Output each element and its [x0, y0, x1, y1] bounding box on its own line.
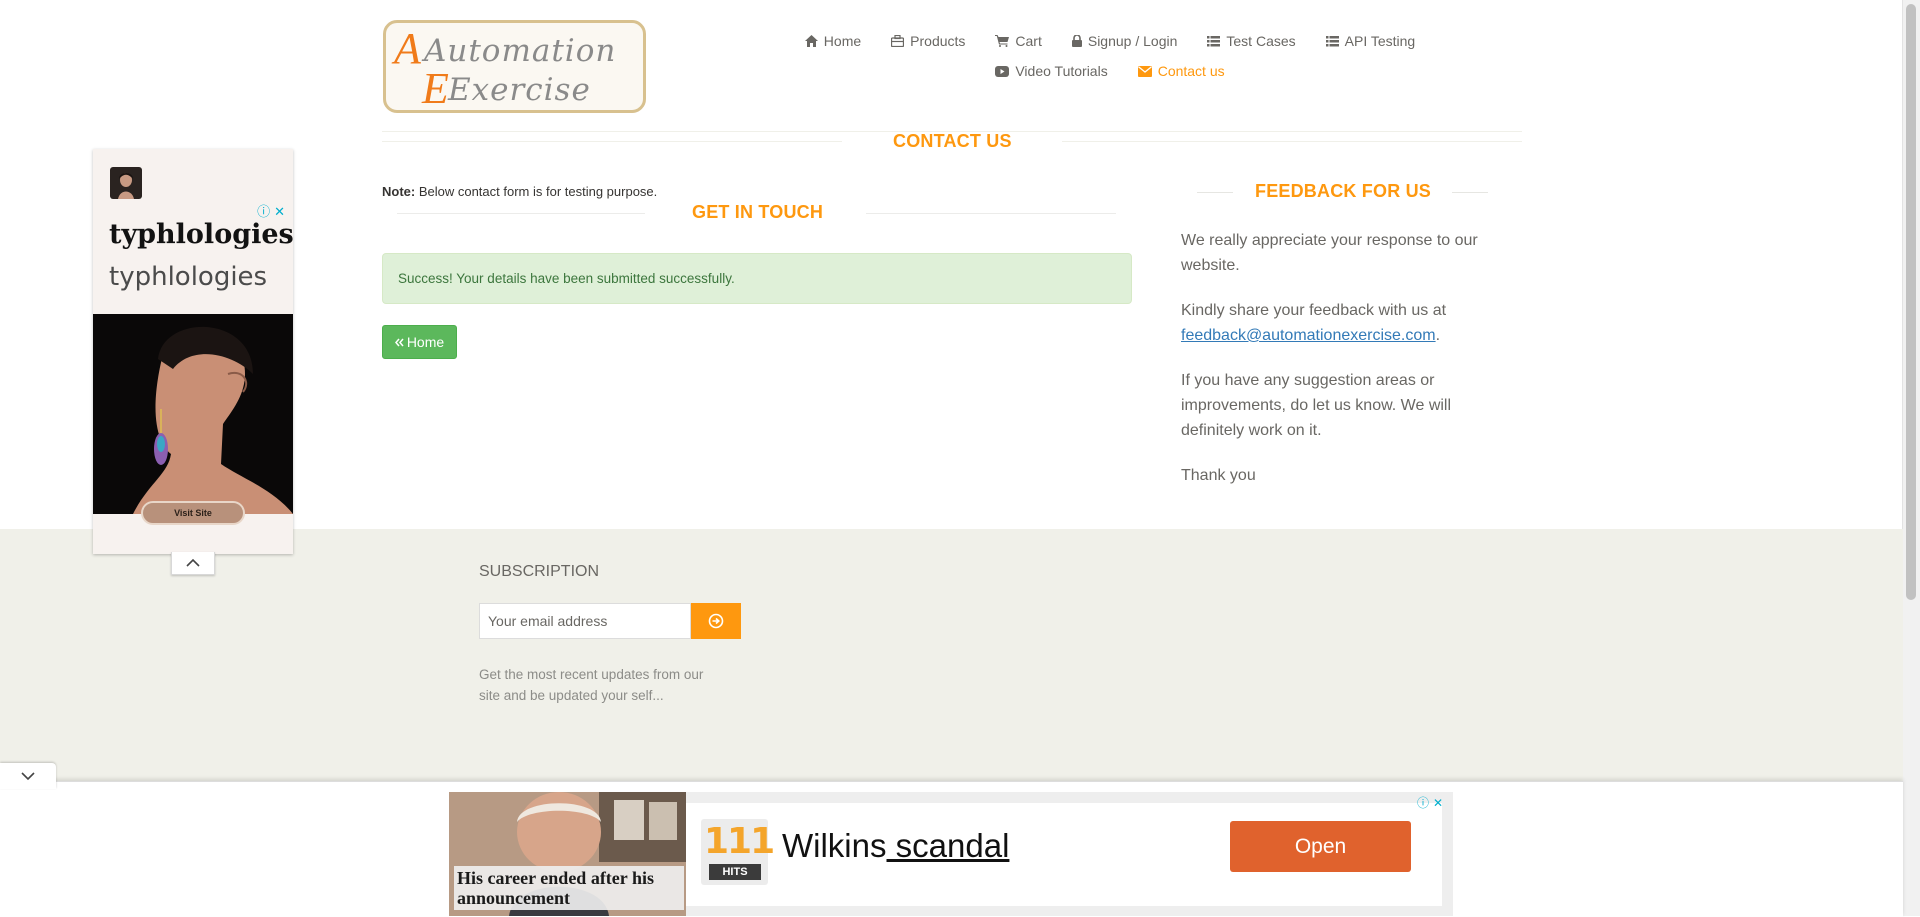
ad-thumbnail: [110, 167, 142, 199]
nav-contact-us-label: Contact us: [1157, 63, 1225, 79]
footer: [0, 529, 1903, 784]
feedback-email-link[interactable]: feedback@automationexercise.com: [1181, 327, 1436, 344]
success-message: Success! Your details have been submitte…: [398, 271, 735, 286]
ad-open-button[interactable]: Open: [1230, 821, 1411, 872]
contact-title-line-left: [382, 141, 842, 142]
nav-home[interactable]: Home: [790, 33, 876, 49]
ad-brand-light: typhlologies: [109, 262, 268, 292]
ad-brand-bold: typhlologies: [109, 219, 293, 250]
ad-badge-logo: 111 HITS: [701, 819, 775, 885]
nav-row-2: Video Tutorials Contact us: [760, 56, 1460, 86]
nav-video-tutorials-label: Video Tutorials: [1015, 63, 1108, 79]
ad-badge-label: HITS: [709, 864, 761, 880]
ad-banner-caption: His career ended after his announcement: [454, 866, 684, 910]
main-nav: Home Products Cart Signup / Login Test C…: [760, 26, 1460, 86]
logo-wordmark: A Automation E Exercise: [391, 24, 616, 110]
get-in-touch-line-left: [397, 213, 645, 214]
logo-letter-a: A: [391, 24, 422, 73]
arrow-circle-right-icon: [708, 613, 724, 629]
vertical-scrollbar[interactable]: [1902, 0, 1920, 916]
nav-test-cases-label: Test Cases: [1226, 33, 1296, 49]
ad-banner-card: 111 HITS Wilkins scandal Open: [686, 803, 1442, 906]
bottom-advertisement[interactable]: His career ended after his announcement …: [449, 792, 1453, 916]
envelope-icon: [1137, 65, 1152, 77]
get-in-touch-title: GET IN TOUCH: [692, 202, 824, 222]
home-icon: [804, 35, 818, 47]
nav-api-testing[interactable]: API Testing: [1311, 33, 1431, 49]
double-chevron-left-icon: [394, 338, 404, 346]
chevron-up-icon: [186, 558, 200, 567]
briefcase-icon: [891, 35, 905, 47]
lock-icon: [1071, 35, 1082, 47]
feedback-paragraph-2-suffix: .: [1435, 327, 1441, 344]
ad-info-close-icons[interactable]: ⓘ✕: [257, 201, 289, 220]
nav-row-1: Home Products Cart Signup / Login Test C…: [760, 26, 1460, 56]
ad-badge-number: 111: [704, 821, 775, 862]
feedback-paragraph-1: We really appreciate your response to ou…: [1181, 232, 1478, 274]
logo-line2: Exercise: [447, 72, 591, 108]
success-alert: Success! Your details have been submitte…: [382, 253, 1132, 304]
feedback-title-line-right: [1452, 192, 1488, 193]
ad-title-plain: Wilkins: [782, 827, 887, 864]
nav-products[interactable]: Products: [876, 33, 980, 49]
nav-cart-label: Cart: [1015, 33, 1042, 49]
home-button-label: Home: [406, 334, 445, 350]
ad-title-underlined: scandal: [886, 827, 1010, 864]
nav-test-cases[interactable]: Test Cases: [1192, 33, 1310, 49]
note-label: Note:: [382, 184, 416, 199]
feedback-paragraph-4: Thank you: [1181, 467, 1256, 484]
nav-cart[interactable]: Cart: [980, 33, 1056, 49]
side-advertisement[interactable]: ⓘ✕ typhlologies typhlologies Visit Site: [93, 149, 293, 554]
nav-api-testing-label: API Testing: [1344, 33, 1416, 49]
bottom-ad-toggle[interactable]: [0, 763, 56, 789]
nav-video-tutorials[interactable]: Video Tutorials: [980, 63, 1122, 79]
subscription-description: Get the most recent updates from our sit…: [479, 667, 704, 703]
testing-note: Note: Below contact form is for testing …: [382, 184, 657, 199]
ad-banner-info-close-icons[interactable]: ⓘ✕: [1417, 794, 1447, 811]
note-text: Below contact form is for testing purpos…: [415, 184, 658, 199]
contact-us-title: CONTACT US: [893, 131, 1012, 151]
subscription-title: SUBSCRIPTION: [479, 563, 600, 580]
nav-signup-login-label: Signup / Login: [1087, 33, 1178, 49]
ad-collapse-toggle[interactable]: [171, 552, 215, 575]
nav-home-label: Home: [823, 33, 862, 49]
scrollbar-thumb[interactable]: [1906, 4, 1916, 600]
cart-icon: [995, 35, 1010, 47]
youtube-icon: [995, 65, 1010, 77]
feedback-title: FEEDBACK FOR US: [1255, 181, 1432, 201]
nav-products-label: Products: [910, 33, 966, 49]
nav-signup-login[interactable]: Signup / Login: [1057, 33, 1193, 49]
feedback-paragraph-3: If you have any suggestion areas or impr…: [1181, 372, 1452, 439]
subscribe-button[interactable]: [691, 603, 741, 639]
list-icon: [1325, 35, 1339, 46]
list-icon: [1207, 35, 1221, 46]
chevron-down-icon: [21, 772, 35, 781]
nav-contact-us[interactable]: Contact us: [1123, 63, 1240, 79]
contact-title-line-right: [1062, 141, 1522, 142]
ad-visit-site-button[interactable]: Visit Site: [141, 501, 245, 525]
subscription-email-input[interactable]: [479, 603, 691, 639]
feedback-paragraph-2: Kindly share your feedback with us at fee…: [1181, 298, 1481, 348]
site-logo[interactable]: A Automation E Exercise: [383, 20, 646, 113]
ad-photo: [93, 314, 293, 514]
get-in-touch-line-right: [866, 213, 1116, 214]
home-button[interactable]: Home: [382, 325, 457, 359]
ad-banner-title: Wilkins scandal: [782, 827, 1009, 865]
logo-line1: Automation: [421, 33, 616, 69]
logo-letter-e: E: [421, 64, 449, 110]
feedback-paragraph-2-prefix: Kindly share your feedback with us at: [1181, 302, 1447, 319]
feedback-title-line-left: [1197, 192, 1233, 193]
